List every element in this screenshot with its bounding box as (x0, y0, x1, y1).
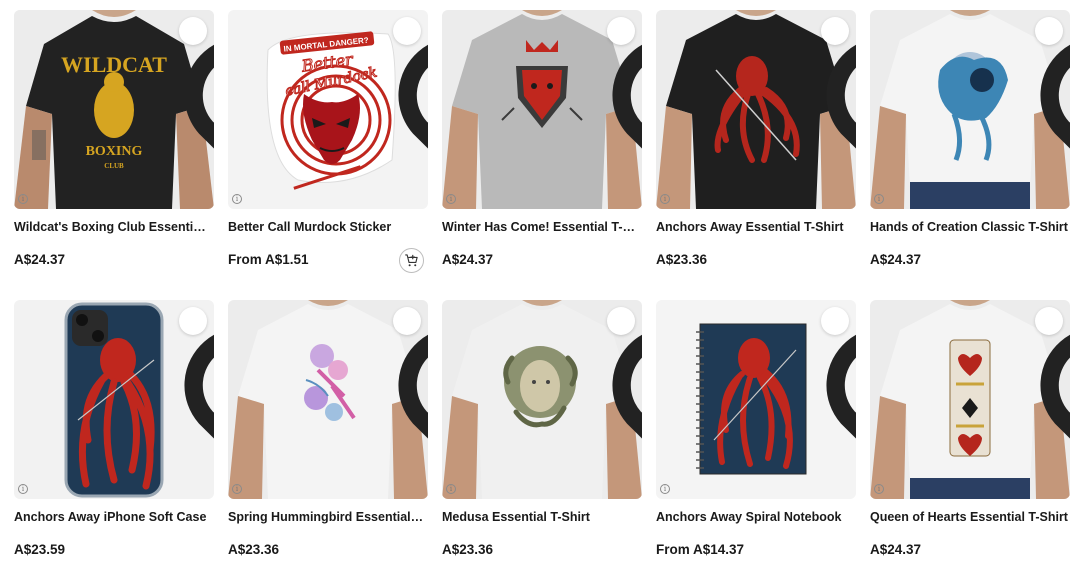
product-card[interactable]: i Anchors Away Spiral Notebook From A$14… (656, 300, 856, 562)
info-icon[interactable]: i (446, 194, 456, 204)
product-image[interactable]: i (870, 300, 1070, 499)
product-price: A$24.37 (442, 252, 494, 267)
favorite-heart-icon[interactable] (607, 17, 642, 149)
wildcat-mid-text: BOXING (86, 144, 143, 159)
info-icon[interactable]: i (874, 194, 884, 204)
product-card[interactable]: i Hands of Creation Classic T-Shirt A$24… (870, 10, 1070, 280)
product-title[interactable]: Anchors Away Essential T-Shirt (656, 220, 854, 234)
product-title[interactable]: Spring Hummingbird Essential T... (228, 510, 426, 524)
favorite-heart-icon[interactable] (393, 307, 428, 439)
favorite-heart-icon[interactable] (821, 17, 856, 149)
product-title[interactable]: Medusa Essential T-Shirt (442, 510, 640, 524)
product-price: From A$14.37 (656, 542, 745, 557)
product-title[interactable]: Wildcat's Boxing Club Essential ... (14, 220, 212, 234)
product-image[interactable]: IN MORTAL DANGER? Better call Murdock i (228, 10, 428, 209)
product-price: A$24.37 (870, 252, 922, 267)
product-card[interactable]: i Medusa Essential T-Shirt A$23.36 (442, 300, 642, 562)
product-title[interactable]: Anchors Away iPhone Soft Case (14, 510, 212, 524)
product-image[interactable]: i (442, 10, 642, 209)
product-card[interactable]: i Spring Hummingbird Essential T... A$23… (228, 300, 428, 562)
product-image[interactable]: i (14, 300, 214, 499)
info-icon[interactable]: i (874, 484, 884, 494)
favorite-heart-icon[interactable] (1035, 17, 1070, 149)
product-image[interactable]: i (656, 300, 856, 499)
product-price: A$23.36 (228, 542, 280, 557)
product-image[interactable]: i (656, 10, 856, 209)
product-title[interactable]: Anchors Away Spiral Notebook (656, 510, 854, 524)
product-title[interactable]: Winter Has Come! Essential T-S... (442, 220, 640, 234)
info-icon[interactable]: i (660, 484, 670, 494)
favorite-heart-icon[interactable] (821, 307, 856, 439)
favorite-heart-icon[interactable] (179, 17, 214, 149)
product-price: A$24.37 (870, 542, 922, 557)
info-icon[interactable]: i (446, 484, 456, 494)
product-card[interactable]: WILDCAT BOXING CLUB i Wildcat's Boxing C… (14, 10, 214, 280)
info-icon[interactable]: i (18, 194, 28, 204)
info-icon[interactable]: i (232, 194, 242, 204)
product-title[interactable]: Queen of Hearts Essential T-Shirt (870, 510, 1068, 524)
info-icon[interactable]: i (660, 194, 670, 204)
favorite-heart-icon[interactable] (1035, 307, 1070, 439)
product-card[interactable]: IN MORTAL DANGER? Better call Murdock i … (228, 10, 428, 280)
info-icon[interactable]: i (18, 484, 28, 494)
product-image[interactable]: i (870, 10, 1070, 209)
product-image[interactable]: WILDCAT BOXING CLUB i (14, 10, 214, 209)
favorite-heart-icon[interactable] (607, 307, 642, 439)
product-card[interactable]: i Queen of Hearts Essential T-Shirt A$24… (870, 300, 1070, 562)
product-price: A$23.36 (656, 252, 708, 267)
favorite-heart-icon[interactable] (393, 17, 428, 149)
add-to-cart-icon[interactable] (399, 248, 424, 273)
product-image[interactable]: i (442, 300, 642, 499)
product-title[interactable]: Better Call Murdock Sticker (228, 220, 426, 234)
product-price: A$23.59 (14, 542, 66, 557)
product-price: From A$1.51 (228, 252, 309, 267)
product-price: A$23.36 (442, 542, 494, 557)
product-card[interactable]: i Anchors Away iPhone Soft Case A$23.59 (14, 300, 214, 562)
product-card[interactable]: i Winter Has Come! Essential T-S... A$24… (442, 10, 642, 280)
info-icon[interactable]: i (232, 484, 242, 494)
favorite-heart-icon[interactable] (179, 307, 214, 439)
product-image[interactable]: i (228, 300, 428, 499)
product-price: A$24.37 (14, 252, 66, 267)
product-title[interactable]: Hands of Creation Classic T-Shirt (870, 220, 1068, 234)
product-card[interactable]: i Anchors Away Essential T-Shirt A$23.36 (656, 10, 856, 280)
wildcat-bottom-text: CLUB (104, 162, 124, 170)
